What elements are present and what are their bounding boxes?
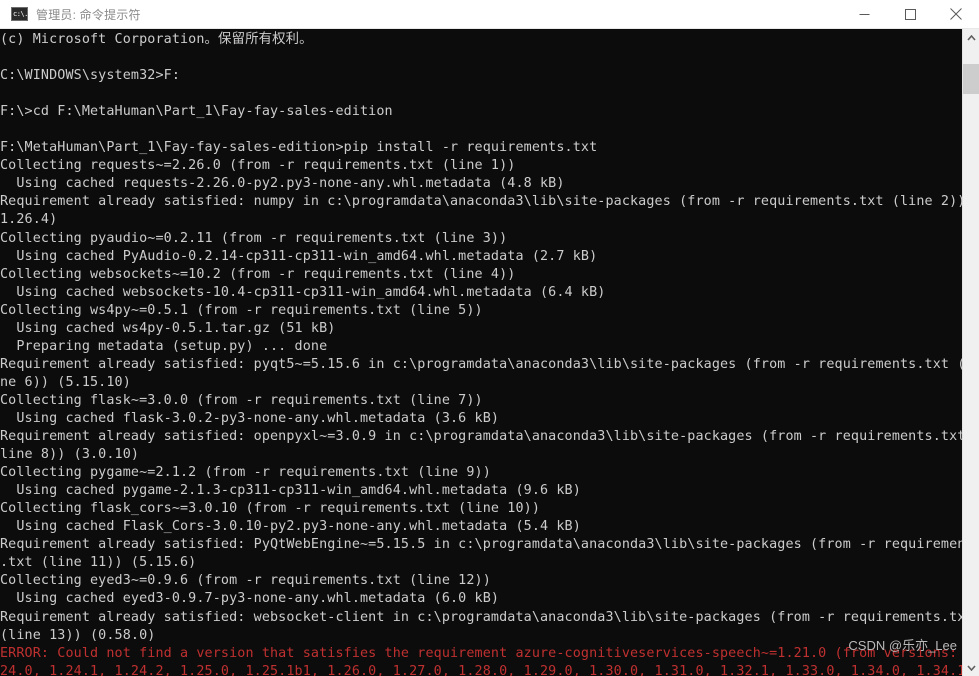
- console-line: Collecting ws4py~=0.5.1 (from -r require…: [0, 302, 483, 318]
- window-title: 管理员: 命令提示符: [36, 7, 141, 22]
- console-line: Using cached flask-3.0.2-py3-none-any.wh…: [0, 410, 500, 426]
- chevron-up-icon[interactable]: [963, 29, 979, 46]
- console-line: Collecting flask_cors~=3.0.10 (from -r r…: [0, 501, 541, 517]
- console-line: Requirement already satisfied: PyQtWebEn…: [0, 537, 962, 553]
- console-line: Requirement already satisfied: pyqt5~=5.…: [0, 356, 962, 372]
- console-line: Requirement already satisfied: openpyxl~…: [0, 429, 962, 445]
- console-line: ERROR: Could not find a version that sat…: [0, 645, 962, 661]
- console-line: C:\WINDOWS\system32>F:: [0, 68, 181, 84]
- console-line: (line 13)) (0.58.0): [0, 627, 156, 643]
- console-line: Using cached eyed3-0.9.7-py3-none-any.wh…: [0, 591, 500, 607]
- chevron-down-icon[interactable]: [963, 659, 979, 676]
- title-bar[interactable]: 管理员: 命令提示符: [0, 0, 979, 29]
- console-line: Collecting requests~=2.26.0 (from -r req…: [0, 158, 516, 174]
- console-line: .txt (line 11)) (5.15.6): [0, 555, 197, 571]
- scrollbar-thumb[interactable]: [963, 64, 979, 94]
- console-line: line 8)) (3.0.10): [0, 447, 140, 463]
- console-line: (c) Microsoft Corporation。保留所有权利。: [0, 32, 313, 47]
- console-line: ne 6)) (5.15.10): [0, 374, 131, 390]
- minimize-button[interactable]: [841, 0, 887, 28]
- console-line: Using cached ws4py-0.5.1.tar.gz (51 kB): [0, 320, 336, 336]
- console-line: Using cached requests-2.26.0-py2.py3-non…: [0, 176, 565, 192]
- console-line: Requirement already satisfied: websocket…: [0, 609, 962, 625]
- console-line: Using cached websockets-10.4-cp311-cp311…: [0, 284, 606, 300]
- console-line: Collecting pyaudio~=0.2.11 (from -r requ…: [0, 230, 508, 246]
- console-line: F:\>cd F:\MetaHuman\Part_1\Fay-fay-sales…: [0, 104, 393, 120]
- vertical-scrollbar[interactable]: [962, 29, 979, 676]
- cmd-icon: [11, 7, 28, 21]
- console-line: 1.26.4): [0, 212, 58, 228]
- console-line: Requirement already satisfied: numpy in …: [0, 194, 962, 210]
- console-line: 24.0, 1.24.1, 1.24.2, 1.25.0, 1.25.1b1, …: [0, 663, 962, 676]
- console-line: Using cached pygame-2.1.3-cp311-cp311-wi…: [0, 483, 581, 499]
- close-button[interactable]: [933, 0, 979, 28]
- console-line: Collecting websockets~=10.2 (from -r req…: [0, 266, 516, 282]
- console-line: Using cached Flask_Cors-3.0.10-py2.py3-n…: [0, 519, 581, 535]
- console-output-area[interactable]: (c) Microsoft Corporation。保留所有权利。 C:\WIN…: [0, 29, 962, 676]
- console-line: Collecting eyed3~=0.9.6 (from -r require…: [0, 573, 491, 589]
- console-line: F:\MetaHuman\Part_1\Fay-fay-sales-editio…: [0, 140, 598, 156]
- console-line: Collecting flask~=3.0.0 (from -r require…: [0, 392, 483, 408]
- maximize-button[interactable]: [887, 0, 933, 28]
- command-prompt-window: 管理员: 命令提示符 (c) Microsoft Corporation。保留所…: [0, 0, 979, 676]
- console-text: (c) Microsoft Corporation。保留所有权利。 C:\WIN…: [0, 31, 962, 676]
- console-line: Preparing metadata (setup.py) ... done: [0, 338, 328, 354]
- console-line: Collecting pygame~=2.1.2 (from -r requir…: [0, 465, 491, 481]
- console-line: Using cached PyAudio-0.2.14-cp311-cp311-…: [0, 248, 598, 264]
